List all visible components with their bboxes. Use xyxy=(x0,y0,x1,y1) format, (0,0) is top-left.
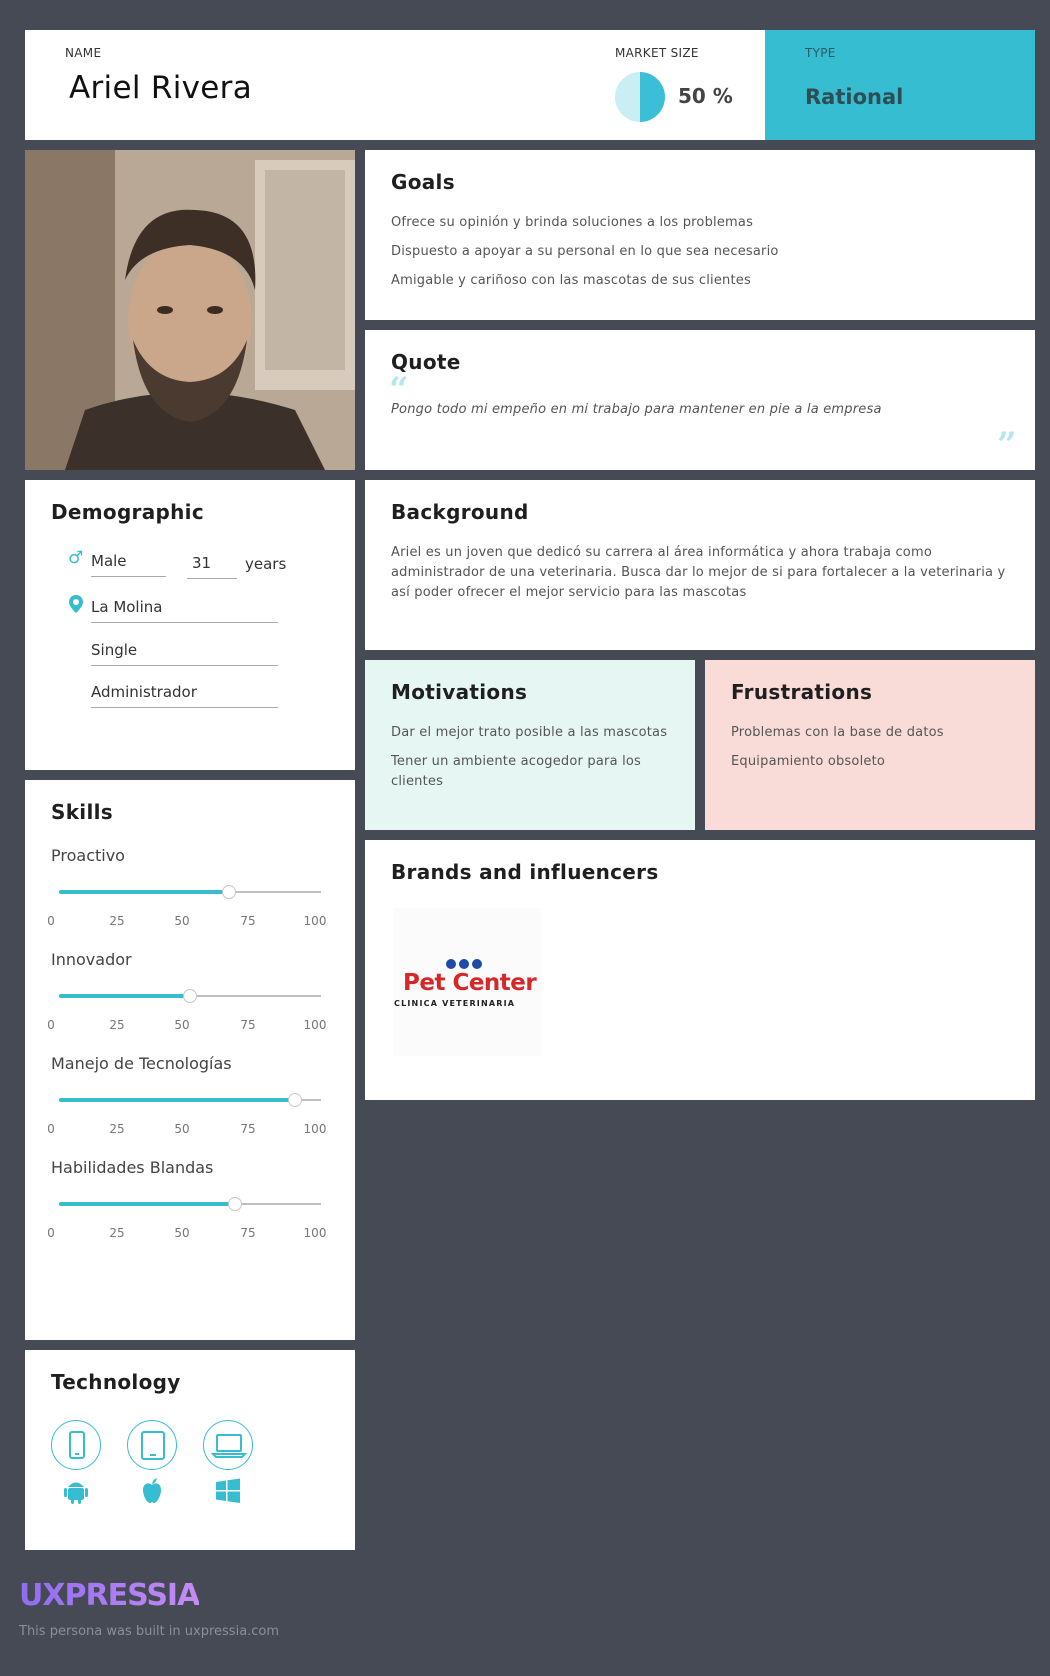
windows-icon[interactable] xyxy=(213,1476,243,1506)
technology-title: Technology xyxy=(51,1370,181,1394)
skill-scale-tick: 75 xyxy=(240,1018,256,1032)
type-panel: TYPE Rational xyxy=(765,30,1035,140)
apple-icon[interactable] xyxy=(137,1476,167,1506)
skill-scale-tick: 100 xyxy=(303,1122,327,1136)
skill-scale-tick: 75 xyxy=(240,1226,256,1240)
male-icon: ♂ xyxy=(68,548,84,568)
skill-name: Manejo de Tecnologías xyxy=(51,1054,232,1073)
skill-slider-fill xyxy=(59,1202,235,1206)
background-title: Background xyxy=(391,500,529,524)
android-icon[interactable] xyxy=(61,1476,91,1506)
persona-header: NAME Ariel Rivera MARKET SIZE 50 % TYPE … xyxy=(25,30,1035,140)
quote-card: Quote “ Pongo todo mi empeño en mi traba… xyxy=(365,330,1035,470)
skill-scale-tick: 50 xyxy=(174,914,190,928)
skill-scale-tick: 100 xyxy=(303,914,327,928)
frustration-item[interactable]: Problemas con la base de datos xyxy=(731,723,1011,743)
skill-name: Habilidades Blandas xyxy=(51,1158,214,1177)
skill-slider[interactable] xyxy=(59,1197,321,1211)
skill-scale-tick: 50 xyxy=(174,1018,190,1032)
skill-scale-tick: 0 xyxy=(47,1018,55,1032)
skill-slider[interactable] xyxy=(59,1093,321,1107)
brands-card: Brands and influencers Pet Center CLINIC… xyxy=(365,840,1035,1100)
frustrations-title: Frustrations xyxy=(731,680,873,704)
location-pin-icon xyxy=(69,595,83,618)
skill-scale-tick: 75 xyxy=(240,914,256,928)
background-text[interactable]: Ariel es un joven que dedicó su carrera … xyxy=(391,543,1011,603)
pet-center-wordmark: Pet Center xyxy=(403,970,537,996)
skill-scale-tick: 75 xyxy=(240,1122,256,1136)
market-size-pie-icon xyxy=(615,72,665,122)
skill-scale-tick: 50 xyxy=(174,1122,190,1136)
type-label: TYPE xyxy=(805,46,836,60)
brands-title: Brands and influencers xyxy=(391,860,659,884)
type-value[interactable]: Rational xyxy=(805,85,903,109)
skill-slider-fill xyxy=(59,890,230,894)
persona-photo[interactable] xyxy=(25,150,355,470)
skill-slider-fill xyxy=(59,1098,295,1102)
persona-name[interactable]: Ariel Rivera xyxy=(69,70,252,106)
goals-title: Goals xyxy=(391,170,455,194)
skill-slider-handle[interactable] xyxy=(287,1093,302,1107)
skill-scale-tick: 0 xyxy=(47,914,55,928)
goal-item[interactable]: Dispuesto a apoyar a su personal en lo q… xyxy=(391,242,779,262)
skills-title: Skills xyxy=(51,800,113,824)
skill-scale-tick: 100 xyxy=(303,1226,327,1240)
persona-photo-illustration xyxy=(25,150,355,470)
status-field[interactable]: Single xyxy=(91,641,278,666)
smartphone-icon[interactable] xyxy=(51,1420,101,1470)
footer-note: This persona was built in uxpressia.com xyxy=(19,1624,280,1639)
laptop-icon[interactable] xyxy=(203,1420,253,1470)
motivations-title: Motivations xyxy=(391,680,528,704)
skill-slider-fill xyxy=(59,994,190,998)
skill-scale-tick: 25 xyxy=(109,1018,125,1032)
skill-scale-tick: 0 xyxy=(47,1226,55,1240)
skill-name: Innovador xyxy=(51,950,132,969)
location-field[interactable]: La Molina xyxy=(91,598,278,623)
market-size-label: MARKET SIZE xyxy=(615,46,699,60)
uxpressia-logo[interactable]: UXPRESSIA xyxy=(19,1578,200,1613)
name-label: NAME xyxy=(65,46,102,60)
brand-logo-pet-center[interactable]: Pet Center CLINICA VETERINARIA xyxy=(393,908,541,1056)
age-unit: years xyxy=(245,555,287,573)
motivations-card: Motivations Dar el mejor trato posible a… xyxy=(365,660,695,830)
frustration-item[interactable]: Equipamiento obsoleto xyxy=(731,752,1011,772)
skill-slider-handle[interactable] xyxy=(222,885,237,899)
skill-scale-tick: 100 xyxy=(303,1018,327,1032)
skill-slider[interactable] xyxy=(59,989,321,1003)
tablet-icon[interactable] xyxy=(127,1420,177,1470)
background-card: Background Ariel es un joven que dedicó … xyxy=(365,480,1035,650)
frustrations-card: Frustrations Problemas con la base de da… xyxy=(705,660,1035,830)
gender-field[interactable]: Male xyxy=(91,552,166,577)
skill-scale-tick: 50 xyxy=(174,1226,190,1240)
skill-scale-tick: 25 xyxy=(109,914,125,928)
demographic-title: Demographic xyxy=(51,500,204,524)
skills-card: Skills Proactivo 0 25 50 75 100 Innovador 0 25 50… xyxy=(25,780,355,1340)
technology-card: Technology xyxy=(25,1350,355,1550)
demographic-card: Demographic ♂ Male 31 years La Molina Si… xyxy=(25,480,355,770)
market-size-value[interactable]: 50 % xyxy=(678,84,733,108)
pet-center-subtitle: CLINICA VETERINARIA xyxy=(394,999,516,1008)
skill-scale-tick: 25 xyxy=(109,1226,125,1240)
skill-name: Proactivo xyxy=(51,846,125,865)
skill-scale-tick: 25 xyxy=(109,1122,125,1136)
close-quote-icon: ” xyxy=(997,425,1017,465)
skill-scale-tick: 0 xyxy=(47,1122,55,1136)
age-field[interactable]: 31 xyxy=(187,554,237,579)
goal-item[interactable]: Amigable y cariñoso con las mascotas de … xyxy=(391,271,751,291)
motivation-item[interactable]: Tener un ambiente acogedor para los clie… xyxy=(391,752,661,792)
skill-slider-handle[interactable] xyxy=(227,1197,242,1211)
quote-text[interactable]: Pongo todo mi empeño en mi trabajo para … xyxy=(391,400,882,420)
skill-slider-handle[interactable] xyxy=(183,989,197,1003)
motivation-item[interactable]: Dar el mejor trato posible a las mascota… xyxy=(391,723,671,743)
goals-card: Goals Ofrece su opinión y brinda solucio… xyxy=(365,150,1035,320)
skill-slider[interactable] xyxy=(59,885,321,899)
occupation-field[interactable]: Administrador xyxy=(91,683,278,708)
goal-item[interactable]: Ofrece su opinión y brinda soluciones a … xyxy=(391,213,753,233)
